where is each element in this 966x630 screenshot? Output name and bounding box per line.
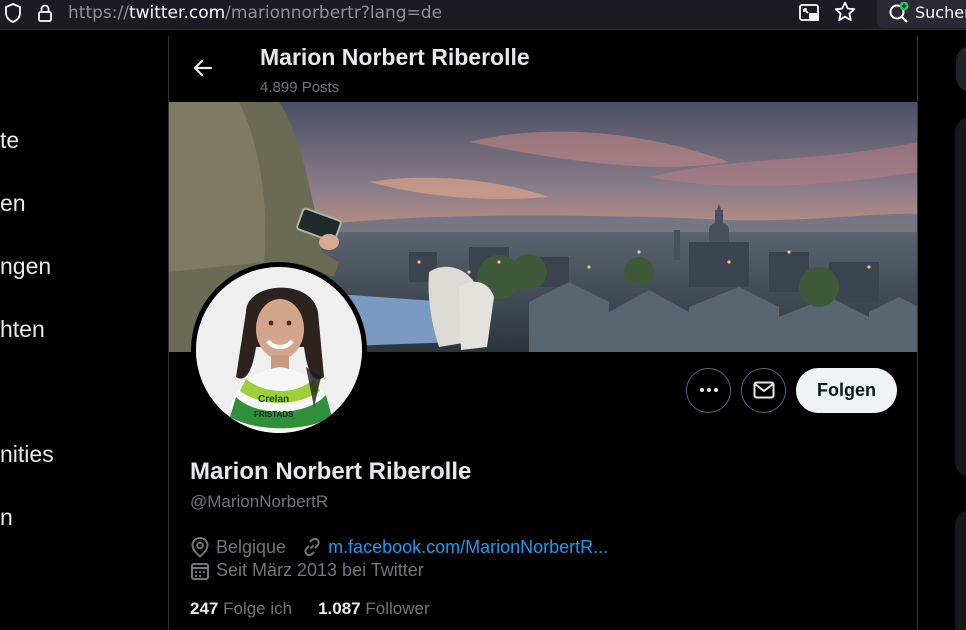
shield-icon[interactable] [4, 3, 22, 23]
page-title: Marion Norbert Riberolle [260, 44, 530, 70]
followers-stat[interactable]: 1.087 Follower [318, 599, 430, 619]
location-pin-icon [191, 536, 209, 558]
nav-item-5[interactable]: nities [0, 440, 54, 468]
nav-item-label: nities [0, 441, 54, 467]
back-arrow-icon [193, 59, 213, 77]
back-button[interactable] [185, 50, 221, 86]
posts-count: 4.899 Posts [260, 79, 340, 96]
profile-column: Marion Norbert Riberolle 4.899 Posts Cre… [168, 36, 918, 630]
nav-item-label: n [0, 504, 13, 530]
following-count: 247 [190, 599, 219, 618]
profile-name: Marion Norbert Riberolle [190, 458, 472, 485]
link-icon [304, 537, 320, 557]
jersey-sponsor-text: Crelan [258, 394, 289, 405]
nav-item-4[interactable]: hten [0, 315, 45, 343]
nav-item-label: ngen [0, 253, 52, 279]
more-dots-icon [699, 388, 718, 392]
search-icon [889, 2, 909, 23]
profile-location: Belgique [216, 536, 287, 557]
right-search-pill[interactable] [956, 46, 966, 92]
lock-icon[interactable] [36, 3, 54, 23]
profile-stats: 247 Folge ich 1.087 Follower [190, 599, 430, 619]
bookmark-star-icon[interactable] [833, 0, 857, 24]
nav-item-1[interactable]: te [0, 126, 19, 154]
jersey-sponsor-text-2: FRISTADS [254, 410, 294, 419]
nav-item-label: en [0, 190, 26, 216]
profile-header-bar: Marion Norbert Riberolle 4.899 Posts [169, 36, 917, 102]
nav-item-3[interactable]: ngen [0, 252, 51, 280]
address-bar[interactable]: https://twitter.com/marionnorbertr?lang=… [68, 3, 442, 23]
nav-item-2[interactable]: en [0, 189, 26, 217]
right-sidebar-card-2 [955, 510, 966, 630]
search-label: Suchen [915, 3, 966, 22]
profile-joined-date: Seit März 2013 bei Twitter [216, 560, 424, 580]
profile-meta-row: Belgique m.facebook.com/MarionNorbertR..… [190, 536, 608, 558]
profile-avatar[interactable]: Crelan FRISTADS [191, 262, 367, 438]
more-options-button[interactable] [686, 367, 731, 413]
browser-toolbar: https://twitter.com/marionnorbertr?lang=… [0, 0, 966, 30]
followers-count: 1.087 [318, 599, 361, 618]
browser-search-box[interactable]: Suchen [877, 0, 966, 28]
message-button[interactable] [741, 367, 786, 413]
following-stat[interactable]: 247 Folge ich [190, 599, 292, 619]
picture-in-picture-icon[interactable] [798, 2, 822, 24]
profile-actions: Folgen [686, 367, 897, 413]
profile-joined-row: Seit März 2013 bei Twitter [190, 560, 424, 581]
nav-item-label: hten [0, 316, 45, 342]
profile-website-link[interactable]: m.facebook.com/MarionNorbertR... [328, 537, 608, 558]
nav-item-label: te [0, 127, 20, 153]
right-sidebar-card [955, 117, 966, 477]
mail-icon [753, 381, 774, 399]
calendar-icon [191, 562, 209, 580]
nav-item-6[interactable]: n [0, 503, 13, 531]
left-navigation: te en ngen hten nities n [0, 36, 168, 630]
profile-handle: @MarionNorbertR [190, 492, 329, 511]
followers-label: Follower [365, 599, 430, 618]
follow-button[interactable]: Folgen [796, 367, 897, 413]
following-label: Folge ich [223, 599, 293, 618]
